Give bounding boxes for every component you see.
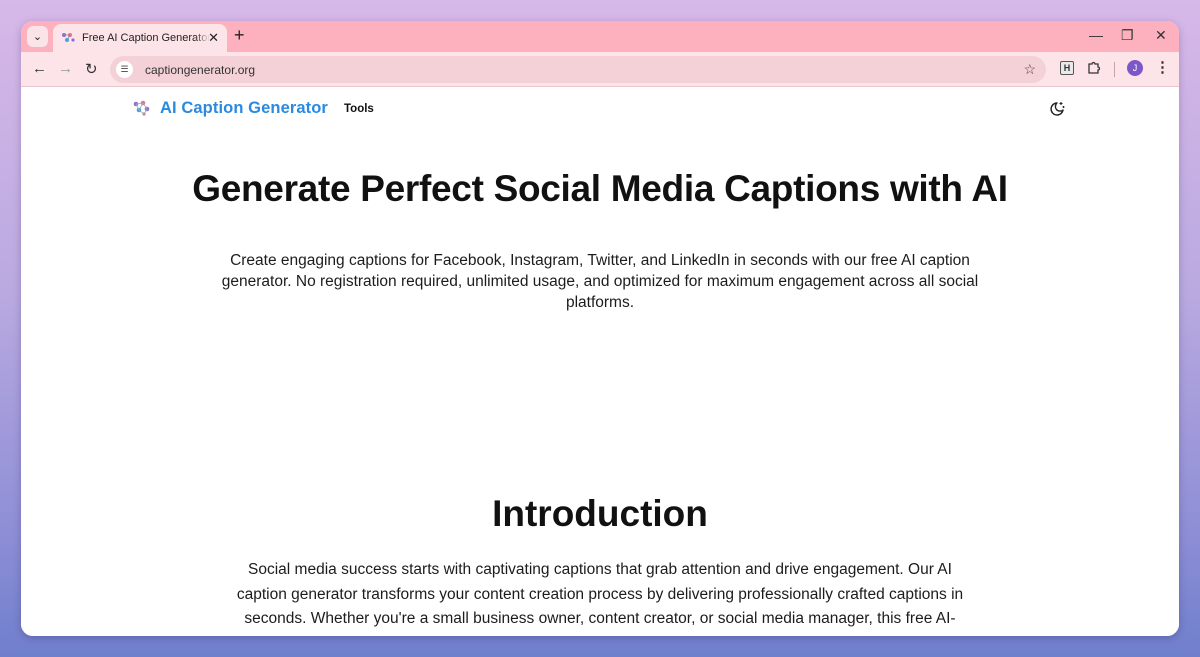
bookmark-star-icon[interactable]: ☆ — [1023, 61, 1036, 78]
tab-title: Free AI Caption Generator for Social Med… — [82, 32, 210, 44]
profile-avatar[interactable]: J — [1127, 60, 1143, 76]
menu-kebab-icon[interactable]: ⋮ — [1155, 58, 1170, 76]
site-logo-text[interactable]: AI Caption Generator — [160, 99, 328, 118]
chevron-down-icon: ⌄ — [32, 31, 43, 43]
web-page: AI Caption Generator Tools Generate Perf… — [21, 87, 1179, 636]
forward-button[interactable]: → — [58, 60, 73, 77]
site-info-icon[interactable]: ☰ — [116, 61, 133, 78]
browser-window: ⌄ Free AI Caption Generator for Social M… — [21, 21, 1179, 636]
nav-tools-link[interactable]: Tools — [344, 103, 374, 115]
tab-search-button[interactable]: ⌄ — [27, 26, 48, 47]
favicon-icon — [61, 32, 75, 44]
intro-paragraph: Social media success starts with captiva… — [236, 561, 964, 636]
extension-h-icon[interactable]: H — [1060, 61, 1074, 75]
site-header: AI Caption Generator Tools — [21, 87, 1179, 131]
toolbar-divider — [1114, 62, 1115, 77]
new-tab-button[interactable]: + — [234, 25, 245, 46]
tab-active[interactable]: Free AI Caption Generator for Social Med… — [53, 24, 227, 52]
window-close-button[interactable]: ✕ — [1155, 27, 1167, 44]
tab-strip: ⌄ Free AI Caption Generator for Social M… — [21, 21, 1179, 52]
restore-button[interactable]: ❐ — [1121, 27, 1134, 44]
hero-subtitle: Create engaging captions for Facebook, I… — [221, 252, 979, 311]
hero-title: Generate Perfect Social Media Captions w… — [192, 168, 1008, 209]
back-button[interactable]: ← — [32, 60, 47, 77]
intro-heading: Introduction — [492, 493, 708, 534]
address-bar[interactable]: ☰ captiongenerator.org ☆ — [110, 56, 1046, 83]
reload-button[interactable]: ↻ — [85, 60, 98, 78]
close-icon[interactable]: ✕ — [208, 30, 219, 46]
logo-brain-icon[interactable] — [132, 100, 152, 116]
url-text[interactable]: captiongenerator.org — [145, 63, 255, 77]
extensions-puzzle-icon[interactable] — [1087, 60, 1102, 78]
browser-toolbar: ← → ↻ ☰ captiongenerator.org ☆ H J ⋮ — [21, 52, 1179, 87]
minimize-button[interactable]: — — [1089, 27, 1103, 43]
moon-stars-icon[interactable] — [1048, 100, 1066, 118]
